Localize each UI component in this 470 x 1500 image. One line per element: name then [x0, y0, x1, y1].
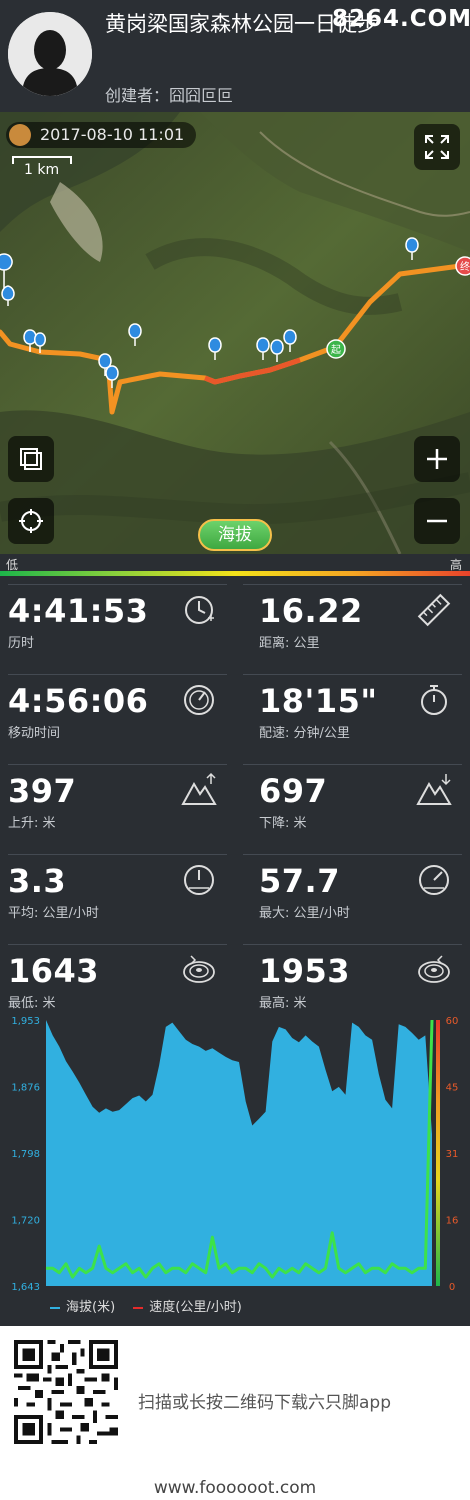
divider [8, 764, 227, 765]
stat-ascent: 397 上升: 米 [0, 764, 235, 854]
descent-icon [416, 774, 452, 805]
contour-low-icon [183, 955, 215, 983]
altitude-toggle-button[interactable]: 海拔 [198, 519, 272, 551]
legend-swatch-speed [133, 1306, 144, 1309]
ruler-icon [417, 593, 451, 627]
legend-speed-label: 速度(公里/小时) [149, 1300, 242, 1315]
layers-button[interactable] [8, 436, 54, 482]
track-map[interactable]: 起 终 2017-08-10 11:01 1 km 海拔 [0, 112, 470, 554]
stat-label: 距离: 公里 [259, 636, 320, 651]
ascent-icon [181, 772, 217, 805]
plus-icon [427, 449, 447, 469]
divider [243, 944, 462, 945]
divider [243, 674, 462, 675]
divider [8, 944, 227, 945]
stat-value: 397 [8, 772, 77, 810]
stat-value: 3.3 [8, 862, 67, 900]
route-header: 黄岗梁国家森林公园一日徒步 8264.COM 创建者：囧囧叵叵 [0, 0, 470, 112]
y-tick-label: 1,953 [11, 1016, 40, 1027]
satellite-terrain: 起 终 [0, 112, 470, 554]
stat-label: 配速: 分钟/公里 [259, 726, 350, 741]
y-tick-label: 1,643 [11, 1282, 40, 1293]
fullscreen-icon [425, 135, 449, 159]
divider [243, 764, 462, 765]
download-footer: 扫描或长按二维码下载六只脚app www.foooooot.com [0, 1326, 470, 1500]
divider [243, 584, 462, 585]
locate-button[interactable] [8, 498, 54, 544]
divider [8, 674, 227, 675]
y-tick-label: 1,876 [11, 1083, 40, 1094]
gauge-icon [184, 685, 214, 715]
stat-value: 697 [259, 772, 328, 810]
download-instruction: 扫描或长按二维码下载六只脚app [138, 1393, 391, 1413]
y2-tick-label: 60 [446, 1016, 459, 1027]
start-marker-label: 起 [331, 344, 341, 356]
legend-swatch-altitude [50, 1306, 60, 1309]
qr-code-icon[interactable] [14, 1340, 118, 1444]
y2-tick-label: 45 [446, 1083, 459, 1094]
y2-tick-label: 16 [446, 1216, 459, 1227]
site-url-link[interactable]: www.foooooot.com [0, 1478, 470, 1498]
y2-tick-label: 31 [446, 1149, 459, 1160]
clock-icon [185, 596, 214, 624]
stat-max-speed: 57.7 最大: 公里/小时 [235, 854, 470, 944]
stat-value: 4:56:06 [8, 682, 149, 720]
divider [8, 854, 227, 855]
stat-moving-time: 4:56:06 移动时间 [0, 674, 235, 764]
zoom-in-button[interactable] [414, 436, 460, 482]
stat-value: 1643 [8, 952, 100, 990]
stat-value: 57.7 [259, 862, 340, 900]
y-tick-label: 1,798 [11, 1149, 40, 1160]
creator-label: 创建者：囧囧叵叵 [105, 86, 234, 105]
stat-label: 最大: 公里/小时 [259, 906, 350, 921]
stat-label: 平均: 公里/小时 [8, 906, 99, 921]
stat-value: 16.22 [259, 592, 363, 630]
altitude-area [46, 1020, 432, 1286]
chart-legend: 海拔(米) 速度(公里/小时) [50, 1296, 242, 1315]
speedometer-icon [184, 865, 214, 895]
stat-pace: 18'15" 配速: 分钟/公里 [235, 674, 470, 764]
contour-high-icon [418, 955, 450, 983]
user-avatar-small [9, 124, 31, 146]
stat-value: 18'15" [259, 682, 378, 720]
stat-value: 4:41:53 [8, 592, 149, 630]
locate-icon [19, 509, 43, 533]
elevation-speed-chart[interactable]: 1,953 1,876 1,798 1,720 1,643 60 45 31 16 0 海拔(米)… [0, 1010, 470, 1322]
stat-label: 最低: 米 [8, 996, 56, 1011]
stat-label: 最高: 米 [259, 996, 307, 1011]
stat-label: 上升: 米 [8, 816, 56, 831]
track-date-pill: 2017-08-10 11:01 [6, 122, 196, 148]
stat-descent: 697 下降: 米 [235, 764, 470, 854]
legend-altitude-label: 海拔(米) [66, 1300, 116, 1315]
stopwatch-icon [421, 685, 447, 715]
end-marker-label: 终 [460, 260, 470, 273]
site-watermark: 8264.COM [332, 6, 470, 32]
stat-avg-speed: 3.3 平均: 公里/小时 [0, 854, 235, 944]
stat-value: 1953 [259, 952, 351, 990]
speed-color-axis [436, 1020, 440, 1286]
stat-duration: 4:41:53 历时 [0, 584, 235, 674]
creator-avatar[interactable] [8, 12, 92, 96]
stat-label: 下降: 米 [259, 816, 307, 831]
divider [243, 854, 462, 855]
divider [8, 584, 227, 585]
stat-label: 历时 [8, 636, 35, 651]
minus-icon [427, 519, 447, 523]
chart-canvas: 1,953 1,876 1,798 1,720 1,643 60 45 31 16 0 [11, 1016, 459, 1293]
y-tick-label: 1,720 [11, 1216, 40, 1227]
fullscreen-button[interactable] [414, 124, 460, 170]
stat-label: 移动时间 [8, 726, 61, 741]
legend-gradient-bar [0, 571, 470, 576]
layers-icon [20, 448, 42, 470]
scale-label: 1 km [24, 162, 60, 178]
y2-tick-label: 0 [449, 1282, 455, 1293]
color-legend: 低 高 [0, 554, 470, 580]
stat-distance: 16.22 距离: 公里 [235, 584, 470, 674]
zoom-out-button[interactable] [414, 498, 460, 544]
speedometer-max-icon [419, 865, 449, 895]
track-date: 2017-08-10 11:01 [40, 125, 185, 144]
